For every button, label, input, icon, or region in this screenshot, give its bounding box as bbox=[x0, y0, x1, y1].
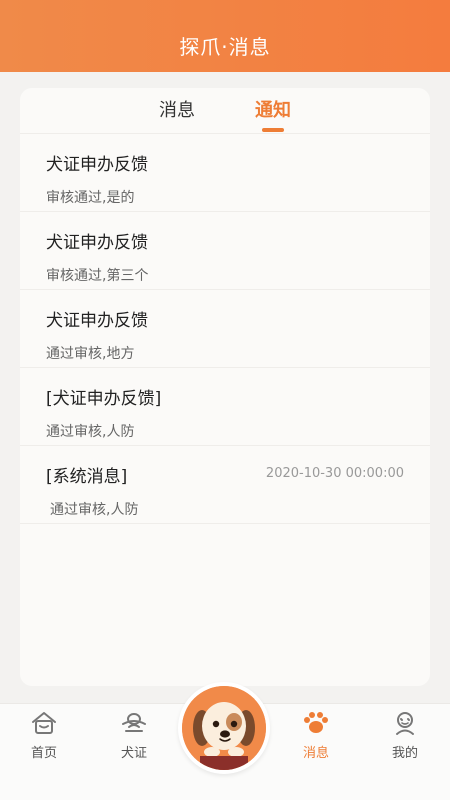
profile-icon bbox=[396, 712, 414, 735]
item-title: 犬证申办反馈 bbox=[46, 155, 148, 175]
nav-dog-license-label: 犬证 bbox=[120, 746, 147, 761]
page-title: 探爪·消息 bbox=[179, 35, 271, 59]
dog-license-icon bbox=[122, 713, 146, 732]
item-title: 犬证申办反馈 bbox=[46, 311, 148, 331]
list-item[interactable]: 犬证申办反馈 审核通过,是的 bbox=[20, 134, 430, 212]
item-title: [犬证申办反馈] bbox=[46, 389, 162, 409]
nav-home-label: 首页 bbox=[30, 746, 57, 761]
item-timestamp: 2020-10-30 00:00:00 bbox=[265, 466, 404, 481]
item-subtitle: 通过审核,人防 bbox=[46, 424, 135, 440]
nav-dog-license[interactable]: 犬证 bbox=[104, 710, 164, 761]
tab-bar: 消息 通知 bbox=[20, 88, 430, 134]
list-item[interactable]: [系统消息] 2020-10-30 00:00:00 通过审核,人防 bbox=[20, 446, 430, 524]
nav-messages[interactable]: 消息 bbox=[286, 710, 346, 761]
item-title: 犬证申办反馈 bbox=[46, 233, 148, 253]
center-dog-button[interactable] bbox=[178, 682, 270, 774]
item-subtitle: 通过审核,人防 bbox=[50, 502, 139, 518]
tab-messages[interactable]: 消息 bbox=[129, 88, 225, 134]
nav-home[interactable]: 首页 bbox=[14, 710, 74, 761]
notification-list: 犬证申办反馈 审核通过,是的 犬证申办反馈 审核通过,第三个 犬证申办反馈 通过… bbox=[20, 134, 430, 524]
list-item[interactable]: 犬证申办反馈 审核通过,第三个 bbox=[20, 212, 430, 290]
app-header: 探爪·消息 bbox=[0, 0, 450, 72]
home-icon bbox=[32, 712, 56, 734]
item-subtitle: 通过审核,地方 bbox=[46, 346, 135, 362]
notification-card: 消息 通知 犬证申办反馈 审核通过,是的 犬证申办反馈 审核通过,第三个 犬证申… bbox=[20, 88, 430, 686]
list-item[interactable]: 犬证申办反馈 通过审核,地方 bbox=[20, 290, 430, 368]
nav-profile[interactable]: 我的 bbox=[375, 710, 435, 761]
item-subtitle: 审核通过,第三个 bbox=[46, 268, 149, 284]
dog-avatar-icon bbox=[182, 686, 266, 770]
item-subtitle: 审核通过,是的 bbox=[46, 190, 135, 206]
tab-notifications[interactable]: 通知 bbox=[225, 88, 321, 134]
paw-icon bbox=[304, 712, 328, 733]
nav-profile-label: 我的 bbox=[391, 746, 418, 761]
list-item[interactable]: [犬证申办反馈] 通过审核,人防 bbox=[20, 368, 430, 446]
nav-messages-label: 消息 bbox=[302, 746, 329, 761]
